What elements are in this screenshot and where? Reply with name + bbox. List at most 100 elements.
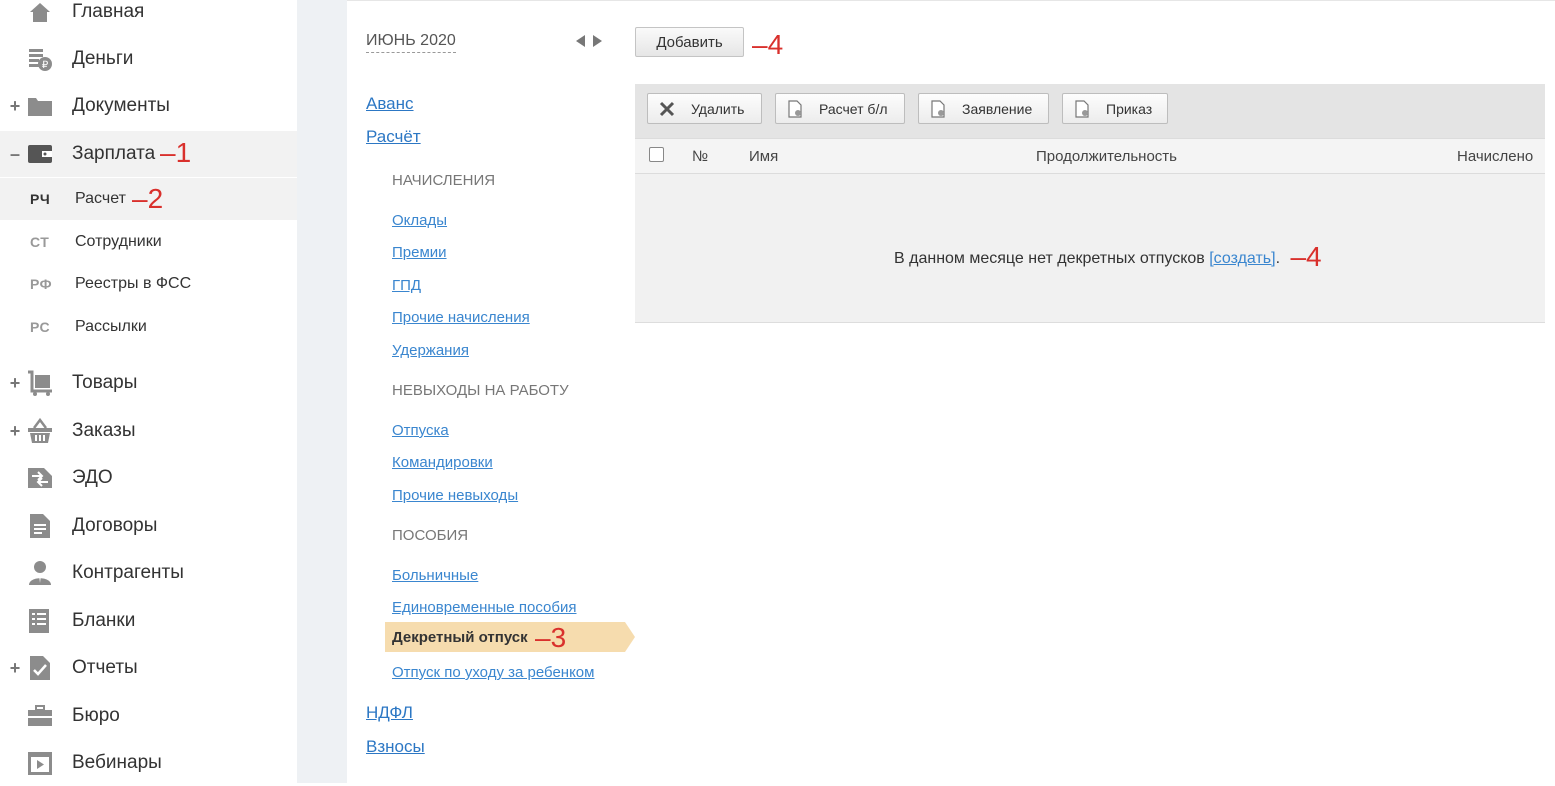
statement-button[interactable]: Заявление	[918, 93, 1049, 124]
basket-icon	[26, 417, 54, 445]
nav-link-deductions[interactable]: Удержания	[392, 342, 469, 359]
sidebar-item-orders[interactable]: + Заказы	[0, 408, 297, 454]
nav-link-raschet[interactable]: Расчёт	[366, 127, 421, 147]
sidebar-item-documents[interactable]: + Документы	[0, 83, 297, 129]
nav-link-ndfl[interactable]: НДФЛ	[366, 703, 413, 723]
statement-label: Заявление	[962, 100, 1033, 117]
sidebar: Главная ₽ Деньги + Документы – Зарплата …	[0, 0, 297, 783]
home-icon	[26, 0, 54, 26]
delete-icon	[659, 101, 675, 117]
annotation-1: –1	[160, 137, 192, 168]
annotation-2: –2	[132, 183, 164, 214]
sidebar-item-label: Договоры	[72, 515, 158, 536]
order-label: Приказ	[1106, 100, 1153, 117]
sidebar-item-label: Контрагенты	[72, 562, 184, 583]
nav-link-contributions[interactable]: Взносы	[366, 737, 425, 757]
sidebar-subitem-calculation[interactable]: РЧ Расчет –2	[0, 178, 297, 220]
sidebar-item-reports[interactable]: + Отчеты	[0, 645, 297, 691]
sidebar-item-salary[interactable]: – Зарплата –1	[0, 131, 297, 177]
annotation-3: –3	[535, 622, 567, 653]
sick-leave-calc-button[interactable]: Расчет б/л	[775, 93, 905, 124]
wallet-icon	[26, 140, 54, 168]
sidebar-item-money[interactable]: ₽ Деньги	[0, 36, 297, 82]
month-arrows	[576, 35, 602, 47]
person-icon	[26, 559, 54, 587]
subitem-label: Расчет	[75, 190, 126, 207]
sidebar-item-forms[interactable]: Бланки	[0, 598, 297, 644]
empty-state-text: В данном месяце нет декретных отпусков	[894, 250, 1210, 267]
sidebar-item-edo[interactable]: ЭДО	[0, 455, 297, 501]
expand-icon[interactable]: +	[8, 96, 22, 117]
column-duration[interactable]: Продолжительность	[1036, 148, 1177, 165]
sidebar-item-label: Главная	[72, 1, 145, 22]
create-link[interactable]: [создать]	[1209, 250, 1275, 267]
sidebar-item-home[interactable]: Главная	[0, 0, 297, 35]
salary-section-nav: ИЮНЬ 2020 Аванс Расчёт НАЧИСЛЕНИЯ Оклады…	[347, 0, 635, 783]
order-button[interactable]: Приказ	[1062, 93, 1168, 124]
prev-month-icon[interactable]	[576, 35, 585, 47]
subitem-code: РФ	[30, 276, 53, 292]
sidebar-subitem-fss-registers[interactable]: РФ Реестры в ФСС	[0, 263, 297, 305]
nav-link-vacations[interactable]: Отпуска	[392, 422, 449, 439]
sidebar-subitem-employees[interactable]: СТ Сотрудники	[0, 221, 297, 263]
collapse-icon[interactable]: –	[8, 144, 22, 165]
add-button[interactable]: Добавить	[635, 27, 744, 57]
sidebar-subitem-mailings[interactable]: РС Рассылки	[0, 306, 297, 348]
sidebar-gutter	[297, 0, 347, 783]
column-number[interactable]: №	[692, 148, 708, 165]
sidebar-item-contracts[interactable]: Договоры	[0, 503, 297, 549]
next-month-icon[interactable]	[593, 35, 602, 47]
sidebar-item-label: Бюро	[72, 705, 120, 726]
empty-state-message: В данном месяце нет декретных отпусков […	[894, 241, 1322, 273]
sidebar-item-bureau[interactable]: Бюро	[0, 693, 297, 739]
column-name[interactable]: Имя	[749, 148, 778, 165]
column-accrued[interactable]: Начислено	[1457, 148, 1533, 165]
subitem-label: Реестры в ФСС	[75, 275, 192, 292]
video-icon	[26, 749, 54, 777]
expand-icon[interactable]: +	[8, 373, 22, 394]
sidebar-item-label: Отчеты	[72, 657, 138, 678]
subitem-label: Сотрудники	[75, 233, 162, 250]
nav-link-other-accruals[interactable]: Прочие начисления	[392, 309, 530, 326]
report-icon	[26, 654, 54, 682]
table-header: № Имя Продолжительность Начислено	[635, 138, 1545, 174]
selected-item-label: Декретный отпуск	[392, 629, 528, 646]
sidebar-item-label: Бланки	[72, 610, 136, 631]
list-icon	[26, 607, 54, 635]
annotation-4-create: –4	[1290, 241, 1322, 272]
expand-icon[interactable]: +	[8, 421, 22, 442]
toolbar: Удалить Расчет б/л Заявление Приказ	[635, 84, 1545, 138]
sidebar-item-label: Заказы	[72, 420, 136, 441]
nav-link-lump-sum-benefits[interactable]: Единовременные пособия	[392, 599, 577, 616]
nav-link-bonuses[interactable]: Премии	[392, 244, 447, 261]
table-body: В данном месяце нет декретных отпусков […	[635, 174, 1545, 323]
nav-link-childcare-leave[interactable]: Отпуск по уходу за ребенком	[392, 664, 594, 681]
subitem-code: РЧ	[30, 191, 51, 207]
sidebar-item-label: Зарплата	[72, 143, 156, 164]
nav-link-salaries[interactable]: Оклады	[392, 212, 447, 229]
sick-leave-calc-label: Расчет б/л	[819, 100, 888, 117]
svg-text:₽: ₽	[42, 60, 49, 71]
nav-link-avans[interactable]: Аванс	[366, 94, 414, 114]
nav-link-other-absences[interactable]: Прочие невыходы	[392, 487, 518, 504]
exchange-icon	[26, 464, 54, 492]
nav-link-gpd[interactable]: ГПД	[392, 277, 421, 294]
expand-icon[interactable]: +	[8, 658, 22, 679]
sidebar-item-goods[interactable]: + Товары	[0, 360, 297, 406]
annotation-4-add: –4	[752, 29, 784, 60]
folder-icon	[26, 92, 54, 120]
nav-link-maternity-leave[interactable]: Декретный отпуск –3	[385, 622, 635, 653]
empty-state-tail: .	[1275, 250, 1281, 267]
delete-button[interactable]: Удалить	[647, 93, 762, 124]
select-all-checkbox[interactable]	[649, 147, 664, 162]
contract-icon	[26, 512, 54, 540]
month-selector[interactable]: ИЮНЬ 2020	[366, 32, 456, 53]
sidebar-item-counterparties[interactable]: Контрагенты	[0, 550, 297, 596]
sidebar-item-label: Вебинары	[72, 752, 162, 773]
nav-link-sick-leave[interactable]: Больничные	[392, 567, 478, 584]
subitem-code: РС	[30, 319, 51, 335]
section-benefits: ПОСОБИЯ	[392, 527, 469, 544]
sidebar-item-webinars[interactable]: Вебинары	[0, 740, 297, 786]
nav-link-business-trips[interactable]: Командировки	[392, 454, 493, 471]
delete-label: Удалить	[691, 100, 745, 117]
